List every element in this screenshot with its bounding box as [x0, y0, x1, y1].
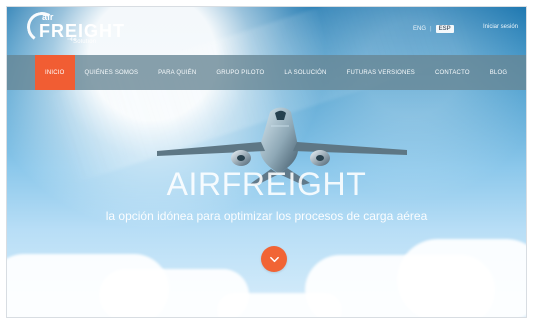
- access-link[interactable]: Iniciar sesión: [483, 24, 518, 30]
- hero-subtitle: la opción idónea para optimizar los proc…: [105, 209, 428, 223]
- nav-item-la-solucion[interactable]: LA SOLUCIÓN: [274, 55, 336, 90]
- nav-item-inicio[interactable]: INICIO: [35, 55, 75, 90]
- browser-viewport: air FREIGHT Solution ENG | ESP Iniciar s…: [6, 6, 527, 318]
- language-separator: |: [430, 26, 432, 32]
- nav-item-blog[interactable]: BLOG: [480, 55, 517, 90]
- language-switcher: ENG | ESP: [413, 25, 454, 33]
- main-navigation-bar: INICIO QUIÉNES SOMOS PARA QUIÉN GRUPO PI…: [7, 55, 526, 90]
- cloud: [397, 239, 526, 317]
- nav-item-para-quien[interactable]: PARA QUIÉN: [148, 55, 206, 90]
- cloud: [217, 293, 342, 317]
- logo-main-text: FREIGHT: [39, 21, 125, 41]
- language-esp[interactable]: ESP: [435, 25, 454, 33]
- chevron-down-icon: [269, 256, 279, 262]
- scroll-down-button[interactable]: [261, 246, 287, 272]
- nav-item-futuras-versiones[interactable]: FUTURAS VERSIONES: [337, 55, 425, 90]
- language-eng[interactable]: ENG: [413, 26, 426, 32]
- nav-item-quienes-somos[interactable]: QUIÉNES SOMOS: [75, 55, 149, 90]
- hero-title: AIRFREIGHT: [166, 166, 367, 202]
- site-logo[interactable]: air FREIGHT Solution: [24, 9, 124, 47]
- top-bar: air FREIGHT Solution ENG | ESP Iniciar s…: [7, 7, 526, 54]
- main-navigation: INICIO QUIÉNES SOMOS PARA QUIÉN GRUPO PI…: [35, 55, 517, 90]
- nav-item-contacto[interactable]: CONTACTO: [425, 55, 480, 90]
- logo-sub-text: Solution: [73, 39, 97, 45]
- nav-item-grupo-piloto[interactable]: GRUPO PILOTO: [206, 55, 274, 90]
